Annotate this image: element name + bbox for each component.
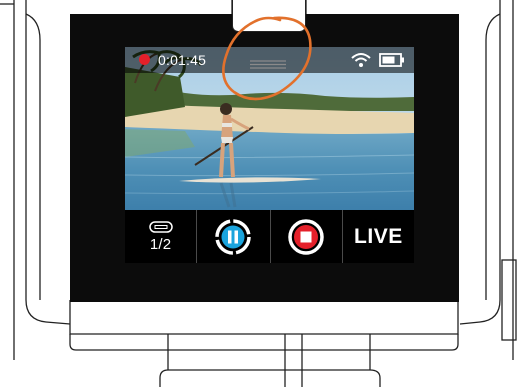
storage-indicator[interactable]: 1/2: [125, 210, 198, 263]
elapsed-time: 0:01:45: [158, 52, 207, 68]
stop-icon: [288, 218, 324, 255]
sd-card-icon: [148, 220, 173, 236]
pause-icon: [215, 218, 252, 255]
pause-button[interactable]: [197, 210, 271, 263]
highlight-annotation: [222, 16, 312, 101]
wifi-icon: [351, 52, 371, 68]
live-label: LIVE: [354, 224, 403, 248]
storage-value: 1/2: [149, 236, 172, 253]
battery-icon: [379, 53, 405, 67]
recording-dot-icon: [139, 54, 150, 65]
control-bar: 1/2 LIVE: [125, 210, 414, 263]
stop-button[interactable]: [271, 210, 343, 263]
live-button[interactable]: LIVE: [343, 210, 414, 263]
